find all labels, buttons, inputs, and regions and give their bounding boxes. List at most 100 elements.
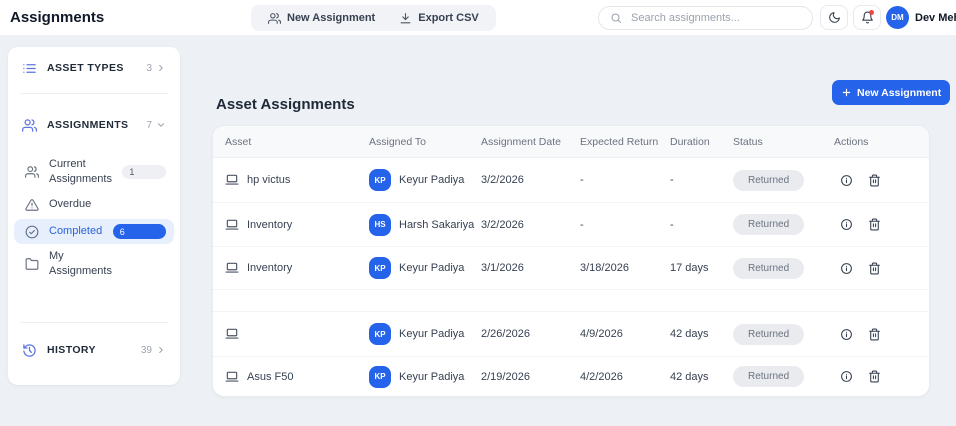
sidebar-item-label: My Assignments (49, 250, 112, 277)
sidebar-section-history[interactable]: HISTORY 39 (8, 339, 180, 361)
table-row-empty (213, 289, 929, 311)
status-cell: Returned (733, 214, 834, 235)
assignee-name: Harsh Sakariya (399, 218, 475, 231)
duration-cell: 42 days (670, 370, 709, 383)
sidebar-section-asset-types[interactable]: ASSET TYPES 3 (8, 57, 180, 79)
details-button[interactable] (840, 262, 853, 275)
delete-button[interactable] (868, 218, 881, 231)
status-badge: Returned (733, 366, 805, 387)
actions-cell (834, 174, 929, 187)
assignments-label: ASSIGNMENTS (47, 119, 129, 131)
expected-return-cell: 3/18/2026 (580, 262, 629, 274)
assignments-table: Asset Assigned To Assignment Date Expected … (212, 125, 930, 397)
history-count: 39 (141, 345, 166, 356)
details-button[interactable] (840, 328, 853, 341)
actions-cell (834, 328, 929, 341)
new-assignment-button-label: New Assignment (857, 86, 942, 99)
info-icon (840, 328, 853, 341)
new-assignment-topbar-button[interactable]: New Assignment (257, 7, 386, 29)
moon-icon (828, 11, 841, 24)
column-header-expected-return: Expected Return (580, 135, 659, 148)
actions-cell (834, 218, 929, 231)
delete-button[interactable] (868, 262, 881, 275)
trash-icon (868, 218, 881, 231)
sidebar-item-completed[interactable]: Completed 6 (14, 219, 174, 244)
table-body: hp victus KP Keyur Padiya 3/2/2026 - - Returne… (213, 158, 929, 396)
duration-cell: - (670, 174, 674, 186)
table-row: Asus F50 KP Keyur Padiya 2/19/2026 4/2/2026 4… (213, 356, 929, 396)
table-header-row: Asset Assigned To Assignment Date Expected … (213, 126, 929, 158)
info-icon (840, 218, 853, 231)
laptop-icon (225, 327, 239, 341)
assignment-date-cell: 3/1/2026 (481, 262, 524, 274)
main-heading: Asset Assignments (216, 96, 355, 114)
table-row: Inventory HS Harsh Sakariya 3/2/2026 - - Retur… (213, 202, 929, 246)
assignment-date-cell: 3/2/2026 (481, 174, 524, 186)
assignee-avatar: KP (369, 169, 391, 191)
sidebar-item-current-assignments[interactable]: Current Assignments 1 (14, 154, 174, 190)
assignments-count: 7 (146, 120, 166, 131)
status-badge: Returned (733, 257, 805, 279)
trash-icon (868, 370, 881, 383)
plus-icon (841, 87, 852, 98)
column-header-actions: Actions (834, 135, 869, 148)
divider (20, 322, 168, 323)
status-cell: Returned (733, 257, 834, 279)
delete-button[interactable] (868, 370, 881, 383)
warning-icon (25, 198, 39, 212)
expected-return-cell: - (580, 174, 584, 186)
sidebar-item-label: Overdue (49, 198, 92, 211)
sidebar: ASSET TYPES 3 ASSIGNMENTS 7 Current Assi… (8, 47, 180, 385)
details-button[interactable] (840, 370, 853, 383)
asset-name: Inventory (247, 218, 293, 231)
asset-name: hp victus (247, 174, 291, 186)
expected-return-cell: - (580, 218, 584, 231)
details-button[interactable] (840, 174, 853, 187)
search-input[interactable] (629, 11, 801, 25)
sidebar-section-assignments[interactable]: ASSIGNMENTS 7 (8, 114, 180, 136)
new-assignment-topbar-label: New Assignment (287, 12, 376, 24)
status-badge: Returned (733, 169, 805, 191)
assigned-to-cell: KP Keyur Padiya (369, 365, 481, 388)
asset-cell: Inventory (225, 261, 369, 275)
trash-icon (868, 328, 881, 341)
delete-button[interactable] (868, 328, 881, 341)
notifications-button[interactable] (853, 5, 881, 30)
page-title: Assignments (10, 9, 105, 26)
user-menu[interactable]: DM Dev Mehta (886, 6, 956, 29)
duration-cell: 17 days (670, 262, 709, 274)
assignee-name: Keyur Padiya (399, 262, 465, 274)
download-icon (399, 12, 412, 25)
new-assignment-button[interactable]: New Assignment (832, 80, 951, 105)
expected-return-cell: 4/2/2026 (580, 370, 623, 383)
sidebar-item-my-assignments[interactable]: My Assignments (14, 246, 174, 282)
status-cell: Returned (733, 169, 834, 191)
info-icon (840, 262, 853, 275)
details-button[interactable] (840, 218, 853, 231)
notification-dot (869, 10, 874, 15)
laptop-icon (225, 173, 239, 187)
sidebar-item-overdue[interactable]: Overdue (14, 192, 174, 217)
status-badge: Returned (733, 323, 805, 345)
divider (20, 93, 168, 94)
assignee-avatar: KP (369, 257, 391, 279)
assigned-to-cell: HS Harsh Sakariya (369, 213, 481, 236)
sidebar-item-label: Completed (49, 225, 103, 238)
delete-button[interactable] (868, 174, 881, 187)
assignment-date-cell: 2/26/2026 (481, 328, 530, 340)
sidebar-item-badge: 1 (122, 165, 166, 179)
asset-cell: hp victus (225, 173, 369, 187)
theme-toggle-button[interactable] (820, 5, 848, 30)
sidebar-assignment-items: Current Assignments 1 Overdue Completed 6 My … (8, 154, 180, 282)
column-header-assignment-date: Assignment Date (481, 135, 561, 148)
chevron-down-icon (156, 120, 166, 130)
export-csv-button[interactable]: Export CSV (388, 7, 490, 29)
search-box[interactable] (598, 6, 813, 30)
list-icon (22, 61, 37, 76)
status-cell: Returned (733, 366, 834, 387)
history-label: HISTORY (47, 344, 96, 356)
assignment-date-cell: 2/19/2026 (481, 370, 530, 383)
check-circle-icon (25, 225, 39, 239)
trash-icon (868, 174, 881, 187)
topbar-actions-group: New Assignment Export CSV (251, 5, 496, 31)
